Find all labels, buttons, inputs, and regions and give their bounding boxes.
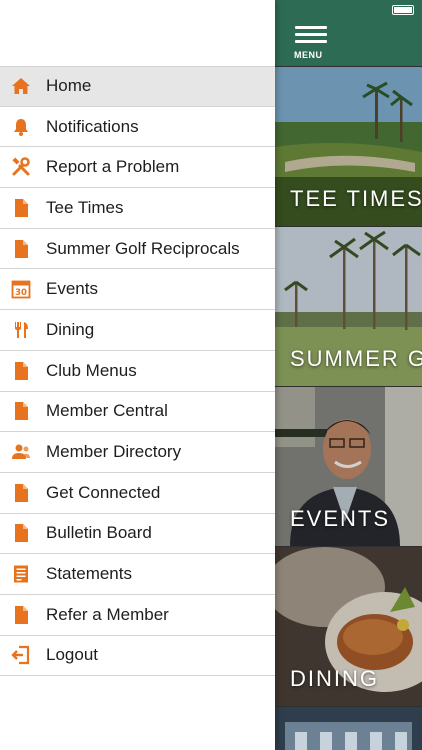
menu-item-notifications[interactable]: Notifications: [0, 107, 275, 148]
drawer-header: [0, 0, 275, 66]
menu-item-label: Dining: [46, 319, 95, 339]
document-icon: [10, 482, 32, 504]
document-icon: [10, 197, 32, 219]
menu-item-bulletin-board[interactable]: Bulletin Board: [0, 514, 275, 555]
calendar-day: 30: [15, 288, 27, 298]
document-icon: [10, 400, 32, 422]
menu-item-label: Bulletin Board: [46, 523, 152, 543]
document-icon: [10, 604, 32, 626]
menu-item-events[interactable]: 30 Events: [0, 269, 275, 311]
menu-item-get-connected[interactable]: Get Connected: [0, 473, 275, 514]
menu-item-label: Events: [46, 279, 98, 299]
navigation-drawer: Home Notifications Report a Problem Tee …: [0, 0, 275, 750]
menu-item-home[interactable]: Home: [0, 66, 275, 107]
tile-label: SUMMER GOLF: [290, 346, 422, 371]
drawer-menu: Home Notifications Report a Problem Tee …: [0, 66, 275, 677]
document-icon: [10, 238, 32, 260]
menu-item-member-central[interactable]: Member Central: [0, 392, 275, 433]
menu-item-logout[interactable]: Logout: [0, 636, 275, 677]
hamburger-bar: [295, 40, 327, 43]
tools-icon: [10, 156, 32, 178]
menu-item-label: Report a Problem: [46, 157, 180, 177]
tile-label: EVENTS: [290, 506, 391, 531]
statement-icon: [10, 563, 32, 585]
menu-item-dining[interactable]: Dining: [0, 310, 275, 351]
menu-item-label: Home: [46, 76, 92, 96]
calendar-icon: 30: [10, 278, 32, 300]
menu-item-label: Statements: [46, 564, 132, 584]
menu-item-summer-golf-reciprocals[interactable]: Summer Golf Reciprocals: [0, 229, 275, 270]
hamburger-bar: [295, 26, 327, 29]
tile-partial[interactable]: [275, 707, 422, 750]
menu-item-label: Notifications: [46, 116, 139, 136]
tile-label: TEE TIMES: [290, 186, 422, 211]
document-icon: [10, 360, 32, 382]
menu-item-tee-times[interactable]: Tee Times: [0, 188, 275, 229]
menu-item-refer-a-member[interactable]: Refer a Member: [0, 595, 275, 636]
menu-item-label: Summer Golf Reciprocals: [46, 238, 240, 258]
building-image: [275, 707, 422, 750]
menu-item-member-directory[interactable]: Member Directory: [0, 432, 275, 473]
menu-item-label: Member Directory: [46, 442, 182, 462]
utensils-icon: [10, 319, 32, 341]
menu-item-label: Logout: [46, 645, 98, 665]
tile-summer-golf[interactable]: SUMMER GOLF: [275, 227, 422, 386]
menu-item-label: Refer a Member: [46, 604, 169, 624]
top-bar: MENU: [275, 0, 422, 66]
menu-item-label: Member Central: [46, 401, 168, 421]
tile-dining[interactable]: DINING: [275, 547, 422, 706]
people-icon: [10, 441, 32, 463]
menu-item-statements[interactable]: Statements: [0, 554, 275, 595]
menu-item-label: Club Menus: [46, 360, 137, 380]
tile-tee-times[interactable]: TEE TIMES: [275, 67, 422, 226]
menu-item-report-a-problem[interactable]: Report a Problem: [0, 147, 275, 189]
battery-icon: [392, 5, 414, 15]
menu-item-label: Get Connected: [46, 482, 161, 502]
document-icon: [10, 522, 32, 544]
tile-label: DINING: [290, 666, 379, 691]
logout-icon: [10, 644, 32, 666]
main-content: MENU TEE TIMES SUMMER G EVENTS DINING: [275, 0, 422, 750]
menu-button[interactable]: [295, 26, 327, 47]
tile-events[interactable]: EVENTS: [275, 387, 422, 546]
menu-item-club-menus[interactable]: Club Menus: [0, 351, 275, 392]
home-icon: [10, 75, 32, 97]
hamburger-bar: [295, 33, 327, 36]
menu-label: MENU: [294, 50, 323, 60]
bell-icon: [10, 116, 32, 138]
menu-item-label: Tee Times: [46, 197, 124, 217]
